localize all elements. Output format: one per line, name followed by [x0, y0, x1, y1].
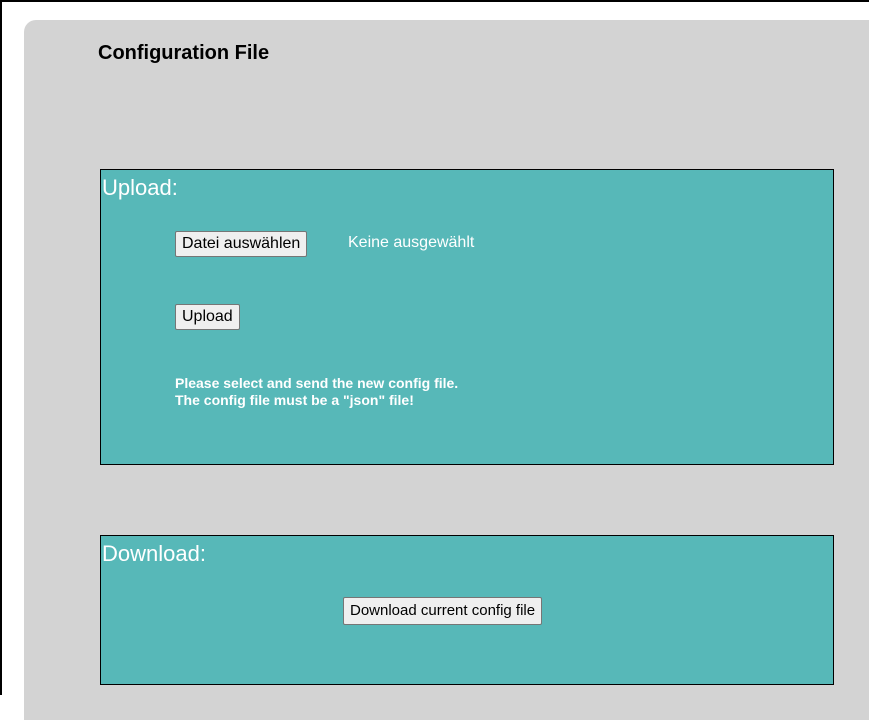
download-config-button[interactable]: Download current config file — [343, 597, 543, 625]
upload-hint: Please select and send the new config fi… — [175, 375, 458, 409]
upload-section: Upload: Datei auswählen Keine ausgewählt… — [100, 169, 834, 465]
file-status-text: Keine ausgewählt — [348, 234, 475, 251]
page-title: Configuration File — [98, 42, 270, 64]
download-section: Download: Download current config file — [100, 535, 834, 685]
upload-button[interactable]: Upload — [175, 304, 240, 330]
upload-hint-line-1: Please select and send the new config fi… — [175, 375, 459, 391]
download-heading: Download: — [102, 541, 206, 566]
upload-heading: Upload: — [102, 175, 178, 200]
page-frame: Configuration File Upload: Datei auswähl… — [0, 0, 869, 720]
choose-file-button[interactable]: Datei auswählen — [175, 231, 308, 257]
upload-hint-line-2: The config file must be a "json" file! — [175, 392, 414, 408]
